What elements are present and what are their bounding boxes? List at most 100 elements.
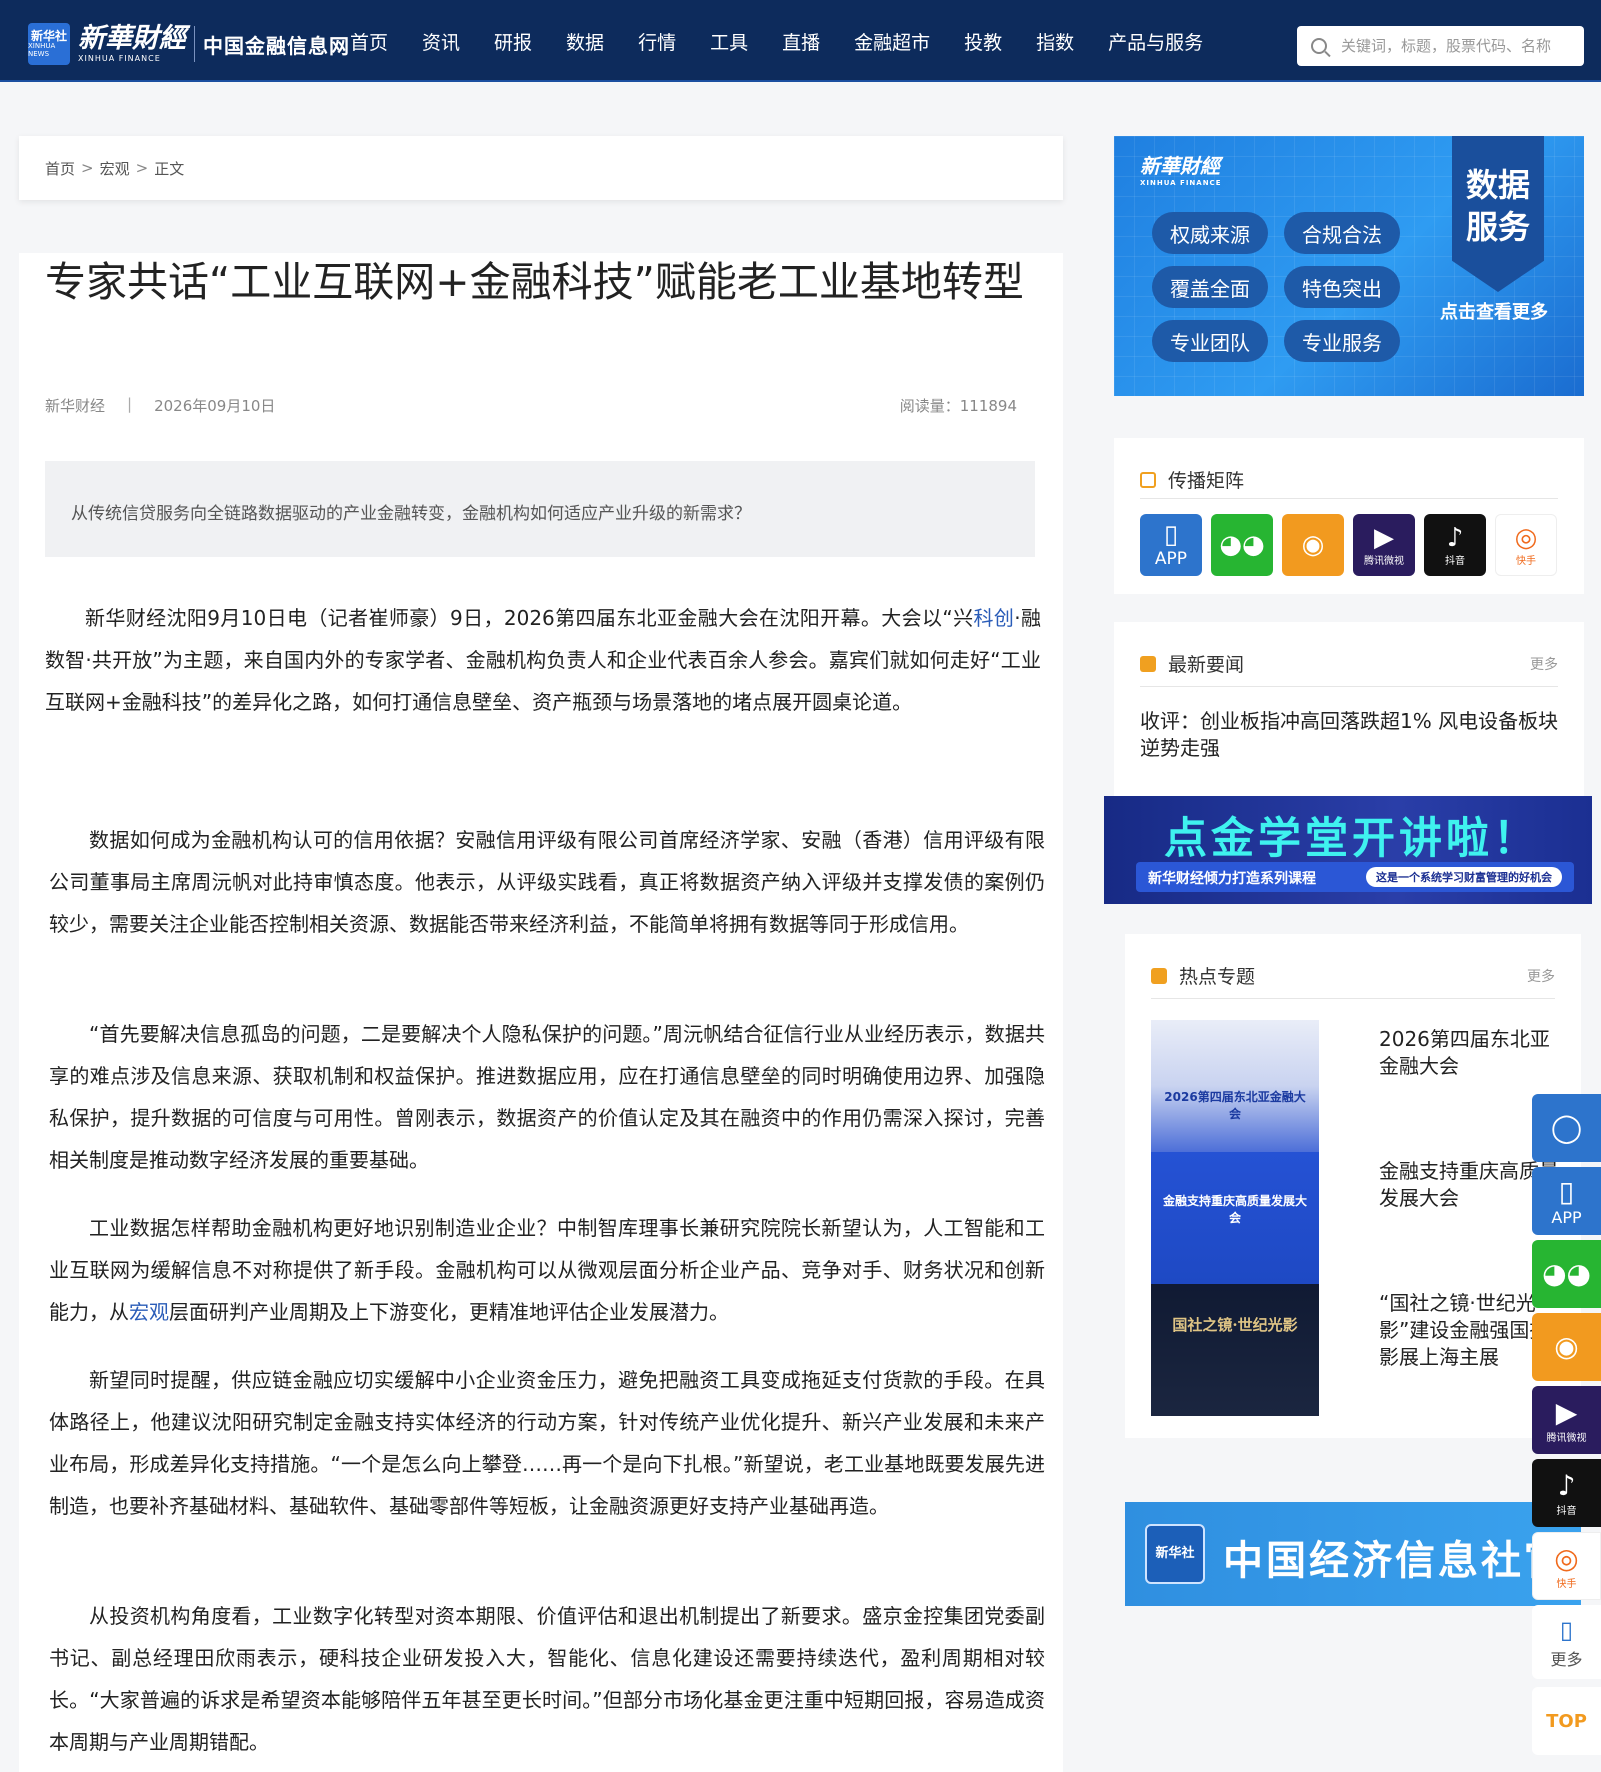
card-title: 热点专题	[1151, 962, 1255, 989]
app-icon[interactable]: ▯ APP	[1140, 514, 1202, 576]
paragraph-text: 层面研判产业周期及上下游变化，更精准地评估企业发展潜力。	[169, 1300, 729, 1324]
banner-more-link[interactable]: 点击查看更多	[1440, 298, 1548, 324]
float-app-button[interactable]: ▯ APP	[1532, 1167, 1601, 1235]
article-paragraph: 数据如何成为金融机构认可的信用依据？安融信用评级有限公司首席经济学家、安融（香港…	[49, 828, 1045, 936]
article-paragraph: 新华财经沈阳9月10日电（记者崔师豪）9日，2026第四届东北亚金融大会在沈阳开…	[45, 597, 1041, 723]
app-label: APP	[1154, 549, 1188, 569]
read-count: 阅读量：111894	[900, 395, 1017, 416]
card-title-text: 传播矩阵	[1168, 470, 1245, 492]
banner-logo-text: 新華財經	[1140, 154, 1220, 178]
float-more-label: 更多	[1550, 1650, 1583, 1669]
float-wechat-button[interactable]: ◕◕	[1532, 1240, 1601, 1308]
wechat-icon[interactable]: ◕◕	[1211, 514, 1273, 576]
divider	[1140, 498, 1558, 499]
float-more-button[interactable]: ▯ 更多	[1532, 1605, 1601, 1679]
topic-thumbnail[interactable]: 国社之镜·世纪光影	[1151, 1284, 1319, 1416]
main-nav: 首页 资讯 研报 数据 行情 工具 直播 金融超市 投教 指数 产品与服务	[350, 0, 1237, 82]
article-summary: 从传统信贷服务向全链路数据驱动的产业金融转变，金融机构如何适应产业升级的新需求？	[45, 461, 1035, 557]
news-item[interactable]: 收评：创业板指冲高回落跌超1% 风电设备板块逆势走强	[1140, 708, 1560, 762]
course-banner-tagline: 这是一个系统学习财富管理的好机会	[1366, 867, 1562, 887]
back-to-top-button[interactable]: TOP	[1532, 1687, 1601, 1755]
card-title-text: 热点专题	[1179, 966, 1256, 988]
nav-item-tools[interactable]: 工具	[710, 28, 748, 55]
logo-divider	[194, 26, 195, 62]
nav-item-news[interactable]: 资讯	[422, 28, 460, 55]
float-douyin-label: 抖音	[1556, 1505, 1577, 1517]
keyword-link-macro[interactable]: 宏观	[129, 1300, 169, 1324]
card-title-text: 最新要闻	[1168, 654, 1245, 676]
card-title: 最新要闻	[1140, 650, 1244, 677]
site-logo[interactable]: 新华社 XINHUA NEWS 新華財經 XINHUA FINANCE 中国金融…	[28, 22, 350, 66]
topic-thumbnail-caption: 金融支持重庆高质量发展大会	[1162, 1194, 1307, 1225]
read-count-label: 阅读量：	[899, 397, 960, 415]
article: 专家共话“工业互联网+金融科技”赋能老工业基地转型 新华财经 | 2026年09…	[19, 253, 1063, 1772]
banner-logo-en: XINHUA FINANCE	[1140, 179, 1222, 187]
keyword-link-kechuang[interactable]: 科创	[974, 606, 1015, 630]
wechat-glyph: ◕◕	[1219, 530, 1265, 560]
nav-item-finance-market[interactable]: 金融超市	[854, 28, 930, 55]
douyin-icon: ♪	[1557, 1468, 1576, 1502]
breadcrumb-current: 正文	[154, 159, 185, 178]
banner-tag: 权威来源	[1152, 212, 1268, 254]
cei-banner[interactable]: 新华社 中国经济信息社官	[1125, 1502, 1581, 1606]
divider	[1140, 686, 1558, 687]
nav-item-live[interactable]: 直播	[782, 28, 820, 55]
article-paragraph: 新望同时提醒，供应链金融应切实缓解中小企业资金压力，避免把融资工具变成拖延支付货…	[49, 1368, 1045, 1518]
nav-item-index[interactable]: 指数	[1036, 28, 1074, 55]
logo-text-en: XINHUA FINANCE	[78, 54, 161, 63]
search-input[interactable]	[1341, 37, 1571, 55]
weibo-icon: ◉	[1554, 1330, 1579, 1363]
banner-tag: 覆盖全面	[1152, 266, 1268, 308]
read-count-value: 111894	[959, 397, 1017, 415]
article-paragraph: 工业数据怎样帮助金融机构更好地识别制造业企业？中制智库理事长兼研究院院长新望认为…	[49, 1207, 1045, 1333]
float-kuaishou-label: 快手	[1556, 1578, 1577, 1590]
banner-tag: 特色突出	[1284, 266, 1400, 308]
float-weibo-button[interactable]: ◉	[1532, 1313, 1601, 1381]
course-banner[interactable]: 点金学堂开讲啦！ 这是一个系统学习财富管理的好机会 新华财经倾力打造系列课程	[1104, 796, 1592, 904]
topics-more-link[interactable]: 更多	[1527, 966, 1555, 986]
paragraph-text: 新华财经沈阳9月10日电（记者崔师豪）9日，2026第四届东北亚金融大会在沈阳开…	[85, 606, 974, 630]
kuaishou-glyph: ◎	[1514, 522, 1538, 553]
breadcrumb-section[interactable]: 宏观	[100, 158, 130, 179]
weibo-icon[interactable]: ◉	[1282, 514, 1344, 576]
back-to-top-label: TOP	[1546, 1710, 1587, 1732]
article-date: 2026年09月10日	[154, 397, 276, 415]
float-kuaishou-button[interactable]: ◎ 快手	[1532, 1532, 1601, 1600]
douyin-label: 抖音	[1445, 555, 1465, 567]
topic-thumbnail[interactable]: 金融支持重庆高质量发展大会	[1151, 1152, 1319, 1284]
nav-item-investor-education[interactable]: 投教	[964, 28, 1002, 55]
data-service-banner[interactable]: 新華財經 XINHUA FINANCE 权威来源 合规合法 覆盖全面 特色突出 专…	[1114, 136, 1584, 396]
search-box	[1297, 26, 1584, 66]
nav-item-research[interactable]: 研报	[494, 28, 532, 55]
nav-item-home[interactable]: 首页	[350, 28, 388, 55]
banner-logo: 新華財經 XINHUA FINANCE	[1140, 150, 1221, 187]
topic-thumbnail-caption: 国社之镜·世纪光影	[1172, 1316, 1298, 1334]
news-more-link[interactable]: 更多	[1530, 654, 1558, 674]
topic-thumbnail[interactable]: 2026第四届东北亚金融大会	[1151, 1020, 1319, 1152]
more-phone-icon: ▯	[1559, 1616, 1574, 1644]
banner-ribbon: 数据服务	[1452, 136, 1544, 292]
article-meta: 新华财经 | 2026年09月10日 阅读量：111894	[45, 395, 1035, 416]
nav-item-products[interactable]: 产品与服务	[1108, 28, 1203, 55]
float-tencent-video-button[interactable]: ▶ 腾讯微视	[1532, 1386, 1601, 1454]
breadcrumb-home[interactable]: 首页	[45, 158, 75, 179]
xinhua-seal-icon: 新华社	[1145, 1524, 1205, 1584]
news-icon	[1140, 655, 1156, 672]
logo-badge-en: XINHUA NEWS	[28, 41, 56, 58]
kuaishou-icon: ◎	[1554, 1541, 1579, 1575]
tencent-video-icon[interactable]: ▶ 腾讯微视	[1353, 514, 1415, 576]
topic-title[interactable]: 2026第四届东北亚金融大会	[1379, 1026, 1564, 1080]
banner-tag: 专业服务	[1284, 320, 1400, 362]
douyin-icon[interactable]: ♪ 抖音	[1424, 514, 1486, 576]
tencent-video-icon: ▶	[1555, 1395, 1578, 1429]
matrix-icons: ▯ APP ◕◕ ◉ ▶ 腾讯微视 ♪ 抖音 ◎ 快手	[1140, 514, 1566, 576]
user-login-button[interactable]: ◯	[1532, 1094, 1601, 1162]
float-douyin-button[interactable]: ♪ 抖音	[1532, 1459, 1601, 1527]
logo-badge-text: 新华社	[30, 28, 67, 43]
nav-item-market[interactable]: 行情	[638, 28, 676, 55]
douyin-glyph: ♪	[1446, 522, 1464, 553]
search-icon[interactable]	[1311, 38, 1327, 54]
kuaishou-icon[interactable]: ◎ 快手	[1495, 514, 1557, 576]
banner-tag: 合规合法	[1284, 212, 1400, 254]
nav-item-data[interactable]: 数据	[566, 28, 604, 55]
